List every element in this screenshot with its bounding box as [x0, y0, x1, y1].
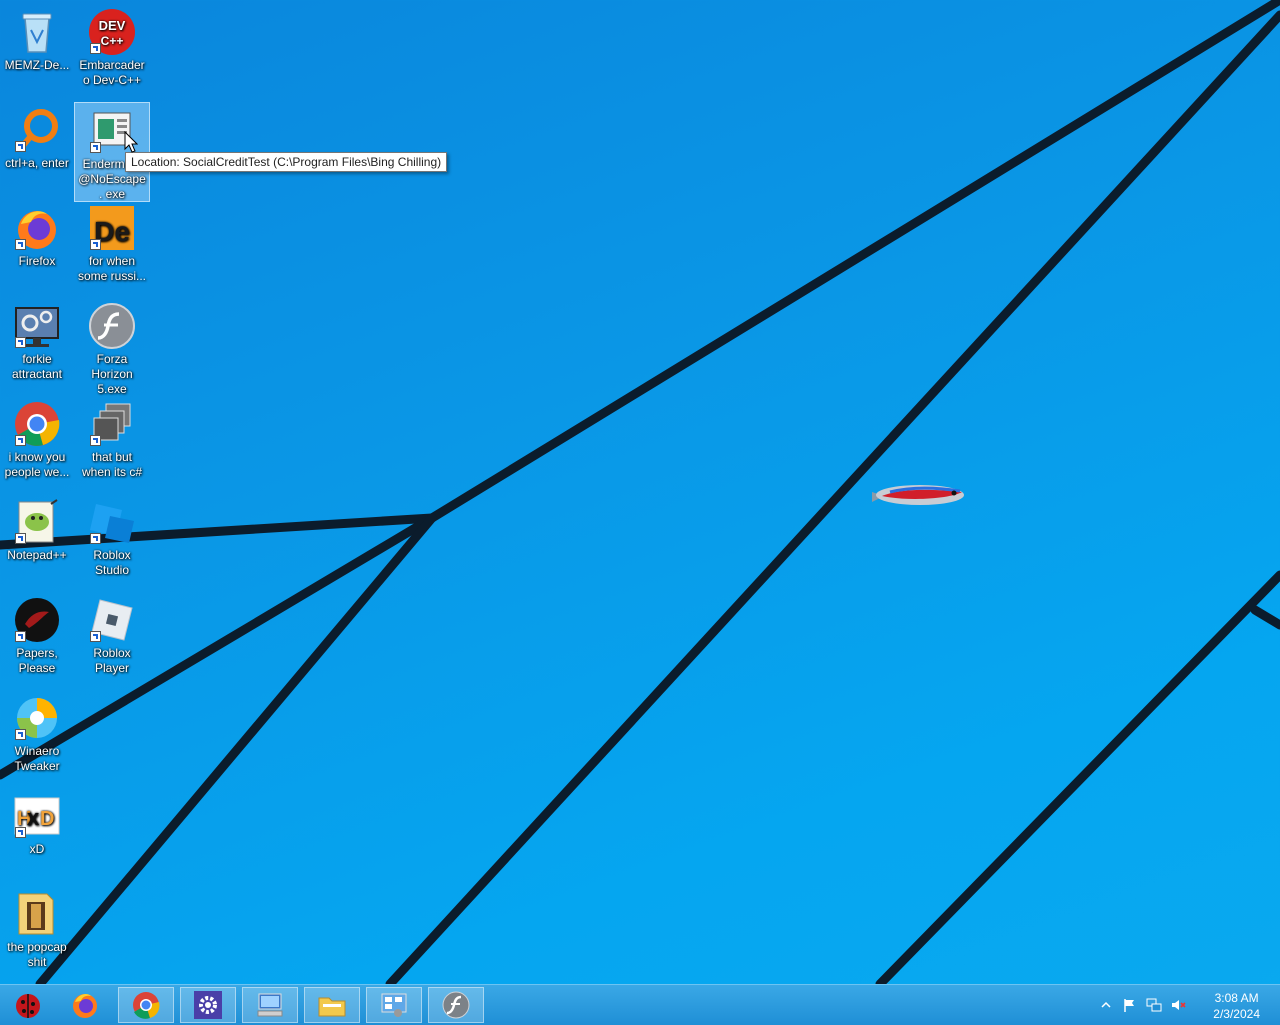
- winaero-icon: [13, 694, 61, 742]
- desktop-wallpaper: [0, 0, 1280, 984]
- desktop-icon-firefox[interactable]: Firefox: [0, 200, 74, 269]
- taskbar-flash-button[interactable]: [428, 987, 484, 1023]
- desktop-icon-papers-please[interactable]: Papers, Please: [0, 592, 74, 676]
- desktop-icon-recycle-bin[interactable]: MEMZ-De...: [0, 4, 74, 73]
- svg-text:C++: C++: [101, 34, 124, 48]
- orange-ring-icon: [13, 106, 61, 154]
- shortcut-arrow-icon: [90, 533, 101, 544]
- taskbar-settings-button[interactable]: [180, 987, 236, 1023]
- ladybug-orb-icon: [16, 994, 40, 1018]
- devcpp-icon: DEV C++: [88, 8, 136, 56]
- desktop-icon-xd[interactable]: HxD xD: [0, 788, 74, 857]
- clock-time: 3:08 AM: [1214, 991, 1259, 1005]
- show-hidden-icon[interactable]: [1098, 997, 1114, 1013]
- shortcut-arrow-icon: [90, 239, 101, 250]
- notepadpp-icon: [13, 498, 61, 546]
- taskbar: 3:08 AM 2/3/2024: [0, 984, 1280, 1025]
- shortcut-arrow-icon: [90, 435, 101, 446]
- computer-icon: [257, 993, 283, 1017]
- roblox-player-icon: [88, 596, 136, 644]
- taskbar-computer-button[interactable]: [242, 987, 298, 1023]
- stacked-windows-icon: [88, 400, 136, 448]
- taskbar-control-panel-button[interactable]: [366, 987, 422, 1023]
- desktop-icon-winaero-tweaker[interactable]: Winaero Tweaker: [0, 690, 74, 774]
- desktop-icon-forza-horizon[interactable]: Forza Horizon 5.exe: [75, 298, 149, 397]
- taskbar-chrome-button[interactable]: [118, 987, 174, 1023]
- svg-text:x: x: [27, 805, 40, 830]
- desktop-icon-popcap[interactable]: the popcap shit: [0, 886, 74, 970]
- desktop-icon-de-app[interactable]: De for when some russi...: [75, 200, 149, 284]
- shortcut-arrow-icon: [90, 142, 101, 153]
- de-app-icon: De: [88, 204, 136, 252]
- desktop-icon-devcpp[interactable]: DEV C++ Embarcadero Dev-C++: [75, 4, 149, 88]
- shortcut-arrow-icon: [15, 337, 26, 348]
- taskbar-file-explorer-button[interactable]: [304, 987, 360, 1023]
- shortcut-arrow-icon: [15, 141, 26, 152]
- settings-monitor-icon: [13, 302, 61, 350]
- shortcut-arrow-icon: [90, 43, 101, 54]
- flash-icon: [442, 991, 470, 1019]
- desktop-fish-icon: [872, 485, 964, 505]
- firefox-icon: [13, 204, 61, 252]
- desktop-icon-ctrl-a-enter[interactable]: ctrl+a, enter: [0, 102, 74, 171]
- shortcut-arrow-icon: [15, 533, 26, 544]
- desktop-icon-i-know-you[interactable]: i know you people we...: [0, 396, 74, 480]
- network-icon[interactable]: [1146, 997, 1162, 1013]
- shortcut-arrow-icon: [15, 239, 26, 250]
- firefox-icon: [73, 994, 97, 1018]
- clock[interactable]: 3:08 AM 2/3/2024: [1213, 990, 1260, 1022]
- flash-icon: [88, 302, 136, 350]
- gear-icon: [194, 991, 222, 1019]
- control-panel-icon: [381, 993, 407, 1017]
- chrome-icon: [13, 400, 61, 448]
- chrome-icon: [133, 992, 160, 1019]
- roblox-studio-icon: [88, 498, 136, 546]
- desktop-icon-that-but-csharp[interactable]: that but when its c#: [75, 396, 149, 480]
- papers-please-icon: [13, 596, 61, 644]
- desktop-icon-forkie-attractant[interactable]: forkie attractant: [0, 298, 74, 382]
- shortcut-arrow-icon: [15, 729, 26, 740]
- action-center-flag-icon[interactable]: [1122, 997, 1138, 1013]
- folder-icon: [318, 997, 346, 1017]
- folder-icon: [13, 890, 61, 938]
- recycle-bin-icon: [13, 8, 61, 56]
- taskbar-firefox-button[interactable]: [57, 987, 113, 1023]
- shortcut-arrow-icon: [90, 631, 101, 642]
- desktop-icon-roblox-studio[interactable]: Roblox Studio: [75, 494, 149, 578]
- svg-text:DEV: DEV: [99, 18, 126, 33]
- desktop-icon-roblox-player[interactable]: Roblox Player: [75, 592, 149, 676]
- system-tray: 3:08 AM 2/3/2024: [1090, 985, 1280, 1025]
- location-tooltip: Location: SocialCreditTest (C:\Program F…: [125, 152, 448, 172]
- desktop-icon-notepadpp[interactable]: Notepad++: [0, 494, 74, 563]
- volume-muted-icon[interactable]: [1170, 997, 1186, 1013]
- clock-date: 2/3/2024: [1213, 1007, 1260, 1021]
- mouse-cursor-icon: [124, 131, 138, 153]
- shortcut-arrow-icon: [15, 827, 26, 838]
- hxd-icon: HxD: [13, 792, 61, 840]
- shortcut-arrow-icon: [15, 435, 26, 446]
- svg-text:D: D: [40, 808, 54, 830]
- shortcut-arrow-icon: [15, 631, 26, 642]
- start-button[interactable]: [0, 987, 56, 1023]
